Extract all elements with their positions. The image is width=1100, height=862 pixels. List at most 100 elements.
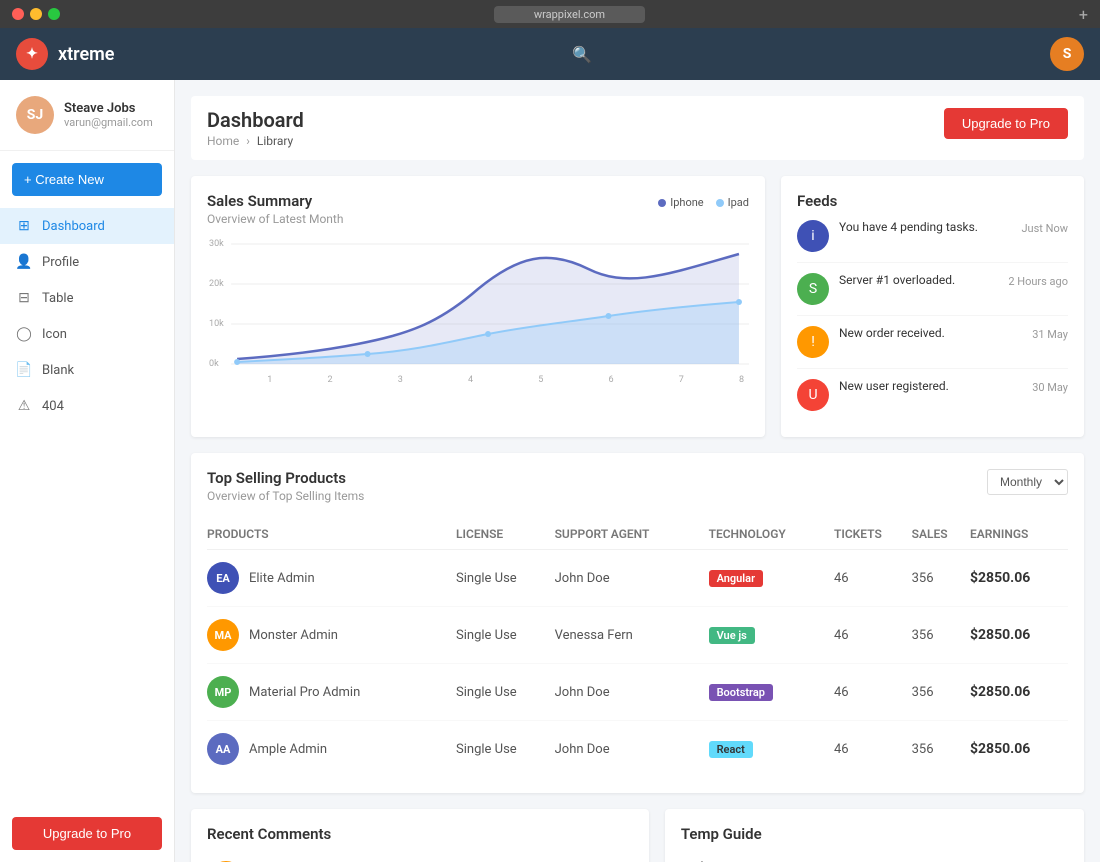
feed-content-4: New user registered. xyxy=(839,379,1022,393)
tech-badge-3: Bootstrap xyxy=(709,684,773,701)
sidebar-item-404[interactable]: ⚠ 404 xyxy=(0,388,174,424)
svg-text:4: 4 xyxy=(468,375,473,385)
table-row: MP Material Pro Admin Single Use John Do… xyxy=(207,664,1068,721)
close-dot[interactable] xyxy=(12,8,24,20)
breadcrumb: Home › Library xyxy=(207,134,304,148)
temp-title: Temp Guide xyxy=(681,825,1068,843)
feed-time-1: Just Now xyxy=(1021,222,1068,235)
search-icon[interactable]: 🔍 xyxy=(572,45,592,64)
cell-agent-4: John Doe xyxy=(555,721,709,778)
svg-text:3: 3 xyxy=(398,375,403,385)
product-name-3: Material Pro Admin xyxy=(249,685,360,700)
sidebar-label-404: 404 xyxy=(42,399,64,414)
table-icon: ⊟ xyxy=(16,290,32,306)
sidebar: SJ Steave Jobs varun@gmail.com + Create … xyxy=(0,80,175,862)
col-license: License xyxy=(456,519,555,550)
selling-subtitle: Overview of Top Selling Items xyxy=(207,489,364,503)
feeds-list: i You have 4 pending tasks. Just Now S S… xyxy=(797,210,1068,421)
svg-text:7: 7 xyxy=(679,375,684,385)
url-bar[interactable]: wrappixel.com xyxy=(494,6,645,23)
sidebar-label-dashboard: Dashboard xyxy=(42,219,105,234)
legend-dot-ipad xyxy=(716,199,724,207)
create-new-button[interactable]: + Create New xyxy=(12,163,162,196)
breadcrumb-home[interactable]: Home xyxy=(207,134,239,148)
cell-license-1: Single Use xyxy=(456,550,555,607)
table-row: MA Monster Admin Single Use Venessa Fern… xyxy=(207,607,1068,664)
product-name-4: Ample Admin xyxy=(249,742,327,757)
col-earnings: Earnings xyxy=(970,519,1068,550)
table-body: EA Elite Admin Single Use John Doe Angul… xyxy=(207,550,1068,778)
cell-tech-3: Bootstrap xyxy=(709,664,834,721)
weather-temp-group: 73° xyxy=(739,855,792,862)
nav-brand: ✦ xtreme xyxy=(16,38,114,70)
svg-text:30k: 30k xyxy=(209,239,224,249)
sidebar-upgrade-button[interactable]: Upgrade to Pro xyxy=(12,817,162,850)
cell-tech-1: Angular xyxy=(709,550,834,607)
user-avatar[interactable]: S xyxy=(1050,37,1084,71)
profile-icon: 👤 xyxy=(16,254,32,270)
sidebar-label-profile: Profile xyxy=(42,255,79,270)
chart-dot xyxy=(736,299,742,305)
legend-label-ipad: Ipad xyxy=(728,196,749,209)
tech-badge-1: Angular xyxy=(709,570,763,587)
sales-subtitle: Overview of Latest Month xyxy=(207,212,343,226)
cell-license-3: Single Use xyxy=(456,664,555,721)
error-icon: ⚠ xyxy=(16,398,32,414)
tech-badge-4: React xyxy=(709,741,753,758)
sidebar-item-table[interactable]: ⊟ Table xyxy=(0,280,174,316)
time-filter-select[interactable]: Monthly Weekly Daily xyxy=(987,469,1068,495)
cell-sales-3: 356 xyxy=(912,664,970,721)
cell-sales-2: 356 xyxy=(912,607,970,664)
page-header-left: Dashboard Home › Library xyxy=(207,108,304,148)
page-header: Dashboard Home › Library Upgrade to Pro xyxy=(191,96,1084,160)
cell-tickets-4: 46 xyxy=(834,721,912,778)
feed-icon-2: S xyxy=(797,273,829,305)
feeds-title: Feeds xyxy=(797,192,1068,210)
feeds-card: Feeds i You have 4 pending tasks. Just N… xyxy=(781,176,1084,437)
cell-sales-4: 356 xyxy=(912,721,970,778)
sidebar-item-dashboard[interactable]: ⊞ Dashboard xyxy=(0,208,174,244)
legend-iphone: Iphone xyxy=(658,196,703,209)
cell-tickets-1: 46 xyxy=(834,550,912,607)
tech-badge-2: Vue js xyxy=(709,627,755,644)
sales-summary-card: Sales Summary Overview of Latest Month I… xyxy=(191,176,765,437)
cell-product-2: MA Monster Admin xyxy=(207,607,456,664)
feed-text-1: You have 4 pending tasks. xyxy=(839,220,1011,234)
minimize-dot[interactable] xyxy=(30,8,42,20)
cell-product-3: MP Material Pro Admin xyxy=(207,664,456,721)
cell-earnings-1: $2850.06 xyxy=(970,550,1068,607)
profile-initials: SJ xyxy=(27,107,43,123)
sidebar-item-profile[interactable]: 👤 Profile xyxy=(0,244,174,280)
brand-name: xtreme xyxy=(58,44,114,65)
main-layout: SJ Steave Jobs varun@gmail.com + Create … xyxy=(0,80,1100,862)
cell-license-2: Single Use xyxy=(456,607,555,664)
col-products: Products xyxy=(207,519,456,550)
table-head: Products License Support Agent Technolog… xyxy=(207,519,1068,550)
brand-icon: ✦ xyxy=(16,38,48,70)
sidebar-item-icon[interactable]: ◯ Icon xyxy=(0,316,174,352)
maximize-dot[interactable] xyxy=(48,8,60,20)
feed-item-4: U New user registered. 30 May xyxy=(797,369,1068,421)
sidebar-label-icon: Icon xyxy=(42,327,67,342)
comments-card: Recent Comments JA James Anderson Lorem … xyxy=(191,809,649,862)
feed-content-1: You have 4 pending tasks. xyxy=(839,220,1011,234)
sidebar-item-blank[interactable]: 📄 Blank xyxy=(0,352,174,388)
blank-icon: 📄 xyxy=(16,362,32,378)
feed-text-4: New user registered. xyxy=(839,379,1022,393)
svg-text:1: 1 xyxy=(267,375,272,385)
upgrade-button[interactable]: Upgrade to Pro xyxy=(944,108,1068,139)
sales-title: Sales Summary xyxy=(207,192,343,210)
feed-text-2: Server #1 overloaded. xyxy=(839,273,998,287)
feed-item-2: S Server #1 overloaded. 2 Hours ago xyxy=(797,263,1068,316)
legend-dot-iphone xyxy=(658,199,666,207)
os-chrome: wrappixel.com + xyxy=(0,0,1100,28)
svg-text:5: 5 xyxy=(538,375,543,385)
weather-icon: 🌦 xyxy=(681,859,727,862)
profile-name: Steave Jobs xyxy=(64,101,153,116)
col-tech: Technology xyxy=(709,519,834,550)
page-title: Dashboard xyxy=(207,108,304,132)
product-avatar-3: MP xyxy=(207,676,239,708)
os-traffic-lights xyxy=(12,8,60,20)
col-tickets: Tickets xyxy=(834,519,912,550)
new-tab-icon[interactable]: + xyxy=(1079,5,1088,24)
